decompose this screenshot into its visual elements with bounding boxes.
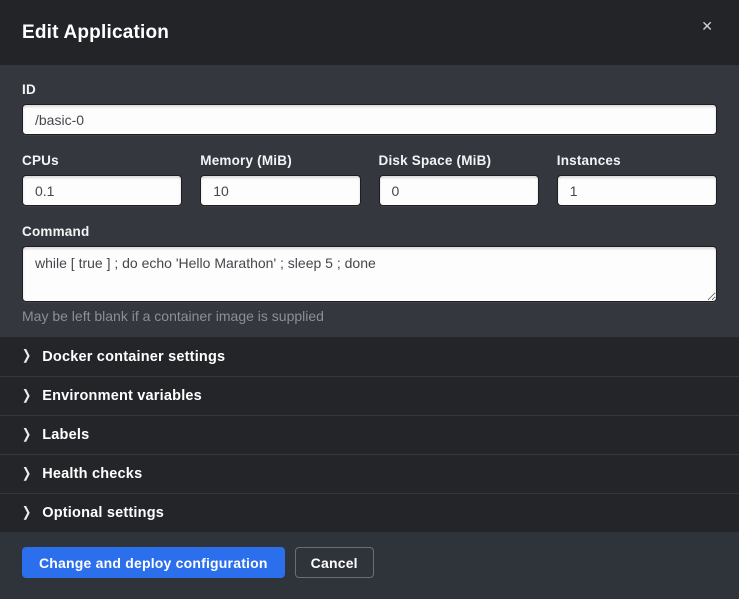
chevron-right-icon: ❯ (22, 428, 31, 442)
disk-field-group: Disk Space (MiB) (379, 153, 539, 206)
command-textarea[interactable]: while [ true ] ; do echo 'Hello Marathon… (22, 246, 717, 302)
close-icon: ✕ (701, 18, 713, 34)
command-label: Command (22, 224, 717, 239)
modal-footer: Change and deploy configuration Cancel (0, 532, 739, 599)
command-field-group: Command while [ true ] ; do echo 'Hello … (22, 224, 717, 324)
edit-application-modal: Edit Application ✕ ID CPUs Memory (MiB) … (0, 0, 739, 599)
resources-row: CPUs Memory (MiB) Disk Space (MiB) Insta… (22, 153, 717, 206)
disk-input[interactable] (379, 175, 539, 206)
accordion-sections: ❯ Docker container settings ❯ Environmen… (0, 337, 739, 532)
form-body: ID CPUs Memory (MiB) Disk Space (MiB) In… (0, 65, 739, 337)
cancel-button[interactable]: Cancel (295, 547, 374, 578)
modal-header: Edit Application ✕ (0, 0, 739, 65)
cpus-field-group: CPUs (22, 153, 182, 206)
section-environment-variables[interactable]: ❯ Environment variables (0, 376, 739, 415)
memory-input[interactable] (200, 175, 360, 206)
id-field-group: ID (22, 82, 717, 135)
chevron-right-icon: ❯ (22, 389, 31, 403)
instances-input[interactable] (557, 175, 717, 206)
chevron-right-icon: ❯ (22, 467, 31, 481)
close-button[interactable]: ✕ (697, 15, 717, 37)
section-label: Health checks (42, 466, 142, 482)
cpus-label: CPUs (22, 153, 182, 168)
memory-field-group: Memory (MiB) (200, 153, 360, 206)
modal-title: Edit Application (22, 22, 169, 44)
id-input[interactable] (22, 104, 717, 135)
section-label: Environment variables (42, 388, 202, 404)
disk-label: Disk Space (MiB) (379, 153, 539, 168)
chevron-right-icon: ❯ (22, 350, 31, 364)
section-labels[interactable]: ❯ Labels (0, 415, 739, 454)
section-health-checks[interactable]: ❯ Health checks (0, 454, 739, 493)
cpus-input[interactable] (22, 175, 182, 206)
section-label: Labels (42, 427, 89, 443)
section-docker-container-settings[interactable]: ❯ Docker container settings (0, 337, 739, 376)
section-optional-settings[interactable]: ❯ Optional settings (0, 493, 739, 532)
chevron-right-icon: ❯ (22, 506, 31, 520)
memory-label: Memory (MiB) (200, 153, 360, 168)
change-and-deploy-button[interactable]: Change and deploy configuration (22, 547, 285, 578)
section-label: Optional settings (42, 505, 164, 521)
section-label: Docker container settings (42, 349, 225, 365)
id-label: ID (22, 82, 717, 97)
command-help-text: May be left blank if a container image i… (22, 308, 717, 324)
instances-field-group: Instances (557, 153, 717, 206)
instances-label: Instances (557, 153, 717, 168)
